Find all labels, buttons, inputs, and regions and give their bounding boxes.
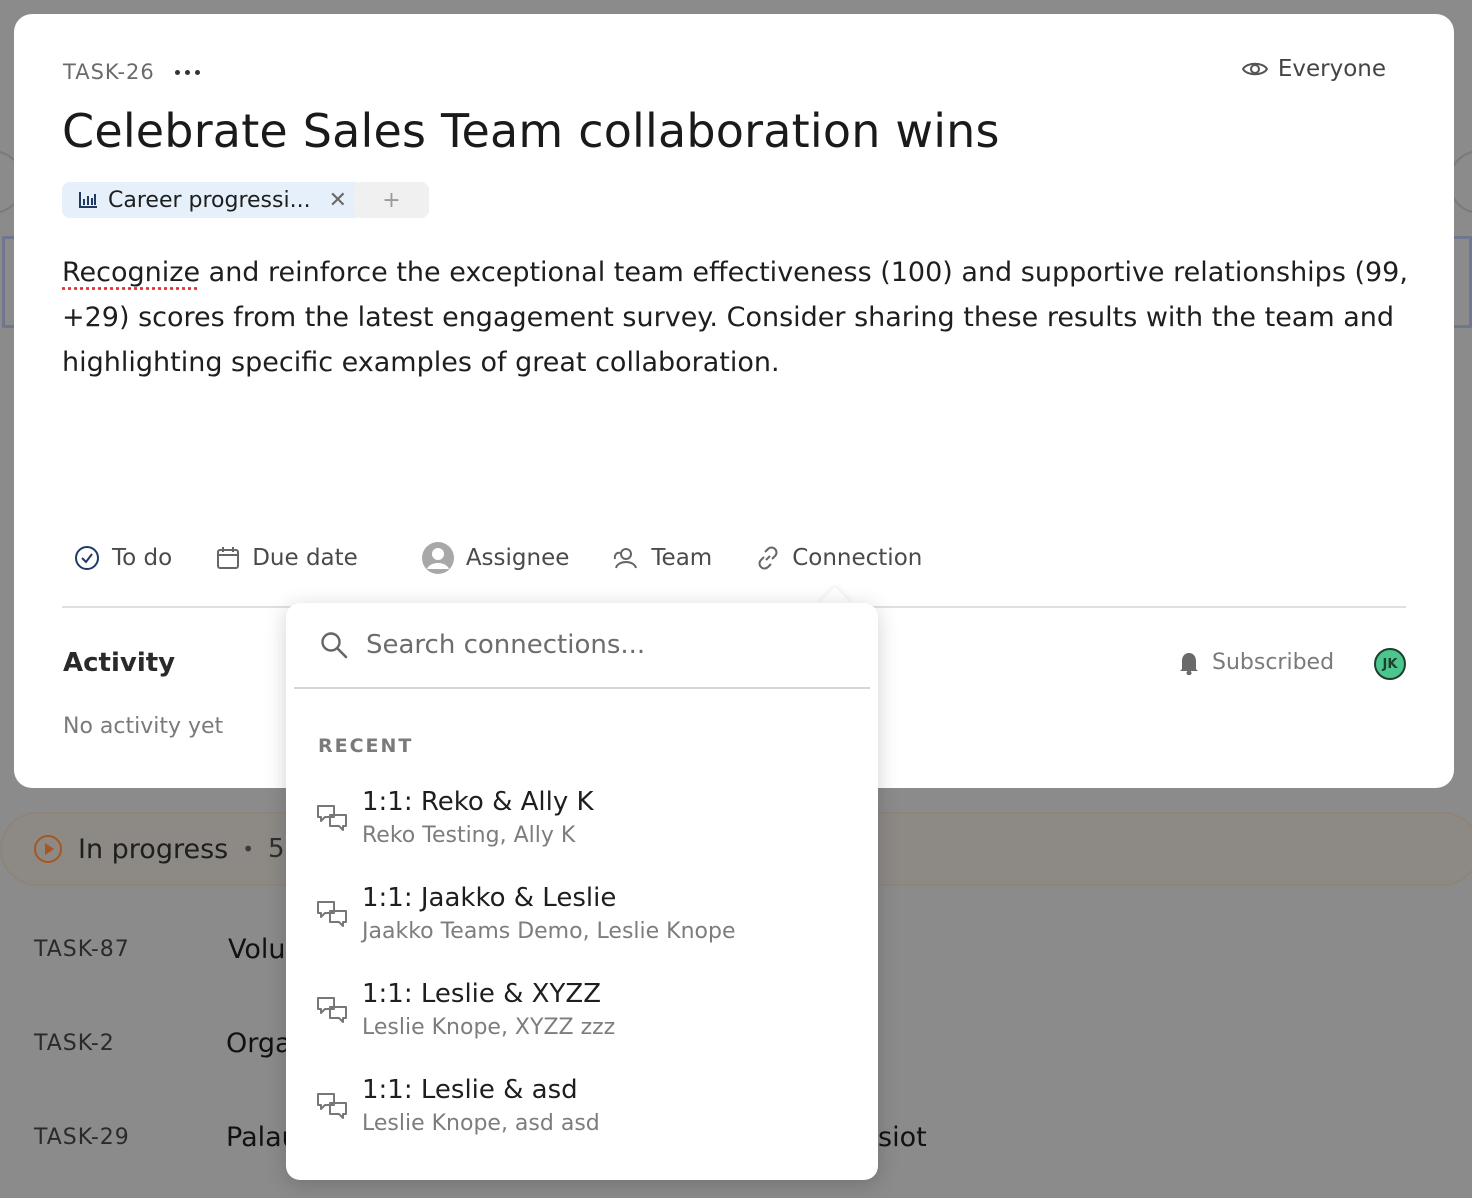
misspelled-word: Recognize	[62, 257, 201, 288]
connection-title: 1:1: Reko & Ally K	[362, 787, 594, 817]
connection-members: Leslie Knope, XYZZ zzz	[362, 1015, 616, 1040]
table-row[interactable]: TASK-29 Palau	[34, 1122, 299, 1153]
visibility-selector[interactable]: Everyone	[1241, 56, 1386, 82]
due-date-property[interactable]: Due date	[216, 545, 358, 571]
task-description[interactable]: Recognize and reinforce the exceptional …	[62, 250, 1412, 385]
connection-title: 1:1: Jaakko & Leslie	[362, 883, 617, 913]
visibility-label: Everyone	[1277, 56, 1386, 82]
bell-icon	[1180, 652, 1198, 675]
chat-bubbles-icon	[317, 997, 347, 1023]
subscribed-label: Subscribed	[1212, 650, 1335, 675]
connection-label: Connection	[792, 545, 923, 571]
task-id: TASK-2	[34, 1031, 115, 1056]
group-count: 5	[268, 834, 285, 864]
connection-members: Leslie Knope, asd asd	[362, 1111, 600, 1136]
assignee-property[interactable]: Assignee	[421, 542, 570, 574]
task-key-row: TASK-26	[63, 60, 200, 84]
play-circle-icon	[34, 835, 62, 863]
activity-heading: Activity	[63, 648, 176, 678]
task-title[interactable]: Celebrate Sales Team collaboration wins	[62, 104, 1000, 158]
calendar-icon	[217, 547, 240, 569]
search-connections-input[interactable]	[366, 630, 846, 660]
subscriber-avatar[interactable]: JK	[1374, 648, 1406, 680]
task-id: TASK-29	[34, 1125, 130, 1150]
add-tag-button[interactable]: +	[354, 182, 429, 218]
connection-members: Jaakko Teams Demo, Leslie Knope	[362, 919, 736, 944]
assignee-label: Assignee	[465, 545, 570, 571]
link-icon	[758, 546, 778, 570]
background-box-left	[2, 236, 14, 328]
task-id: TASK-87	[34, 937, 130, 962]
task-properties-bar: To do Due date Assignee Team Connection	[74, 542, 922, 574]
description-text: and reinforce the exceptional team effec…	[62, 257, 1408, 378]
activity-empty-state: No activity yet	[63, 714, 224, 739]
due-date-label: Due date	[252, 545, 358, 571]
connection-members: Reko Testing, Ally K	[362, 823, 576, 848]
team-property[interactable]: Team	[613, 545, 712, 571]
user-avatar-icon	[421, 542, 454, 574]
group-label: In progress	[78, 833, 229, 865]
team-icon	[614, 548, 638, 569]
task-title: Volu	[228, 934, 286, 965]
connection-title: 1:1: Leslie & XYZZ	[362, 979, 602, 1009]
task-title: Orga	[226, 1028, 292, 1059]
recent-section-label: RECENT	[318, 735, 414, 757]
connection-item[interactable]: 1:1: Leslie & asd Leslie Knope, asd asd	[316, 1073, 856, 1163]
connections-popover: RECENT 1:1: Reko & Ally K Reko Testing, …	[286, 603, 878, 1180]
group-separator: •	[242, 837, 255, 861]
bar-chart-icon	[79, 192, 97, 208]
table-row[interactable]: TASK-2 Orga	[34, 1028, 292, 1059]
check-circle-icon	[75, 546, 99, 570]
search-icon	[321, 632, 348, 659]
tag-chip[interactable]: Career progressi... ✕	[62, 182, 364, 218]
table-row[interactable]: TASK-87 Volu	[34, 934, 286, 965]
chat-bubbles-icon	[317, 901, 347, 927]
subscribe-toggle[interactable]: Subscribed	[1178, 650, 1334, 675]
background-box-right	[1454, 236, 1472, 328]
connection-property[interactable]: Connection	[756, 545, 922, 571]
chat-bubbles-icon	[317, 1093, 347, 1119]
more-options-icon[interactable]	[174, 69, 200, 75]
search-row	[294, 603, 870, 689]
connection-item[interactable]: 1:1: Jaakko & Leslie Jaakko Teams Demo, …	[316, 881, 856, 971]
eye-icon	[1241, 62, 1268, 76]
tag-label: Career progressi...	[108, 187, 311, 213]
connection-title: 1:1: Leslie & asd	[362, 1075, 578, 1105]
team-label: Team	[651, 545, 713, 571]
task-title-fragment: siot	[878, 1122, 927, 1153]
task-key: TASK-26	[63, 60, 155, 84]
remove-tag-icon[interactable]: ✕	[329, 188, 347, 213]
status-property[interactable]: To do	[74, 545, 172, 571]
status-label: To do	[112, 545, 173, 571]
connection-item[interactable]: 1:1: Reko & Ally K Reko Testing, Ally K	[316, 785, 856, 875]
connection-item[interactable]: 1:1: Leslie & XYZZ Leslie Knope, XYZZ zz…	[316, 977, 856, 1067]
chat-bubbles-icon	[317, 805, 347, 831]
